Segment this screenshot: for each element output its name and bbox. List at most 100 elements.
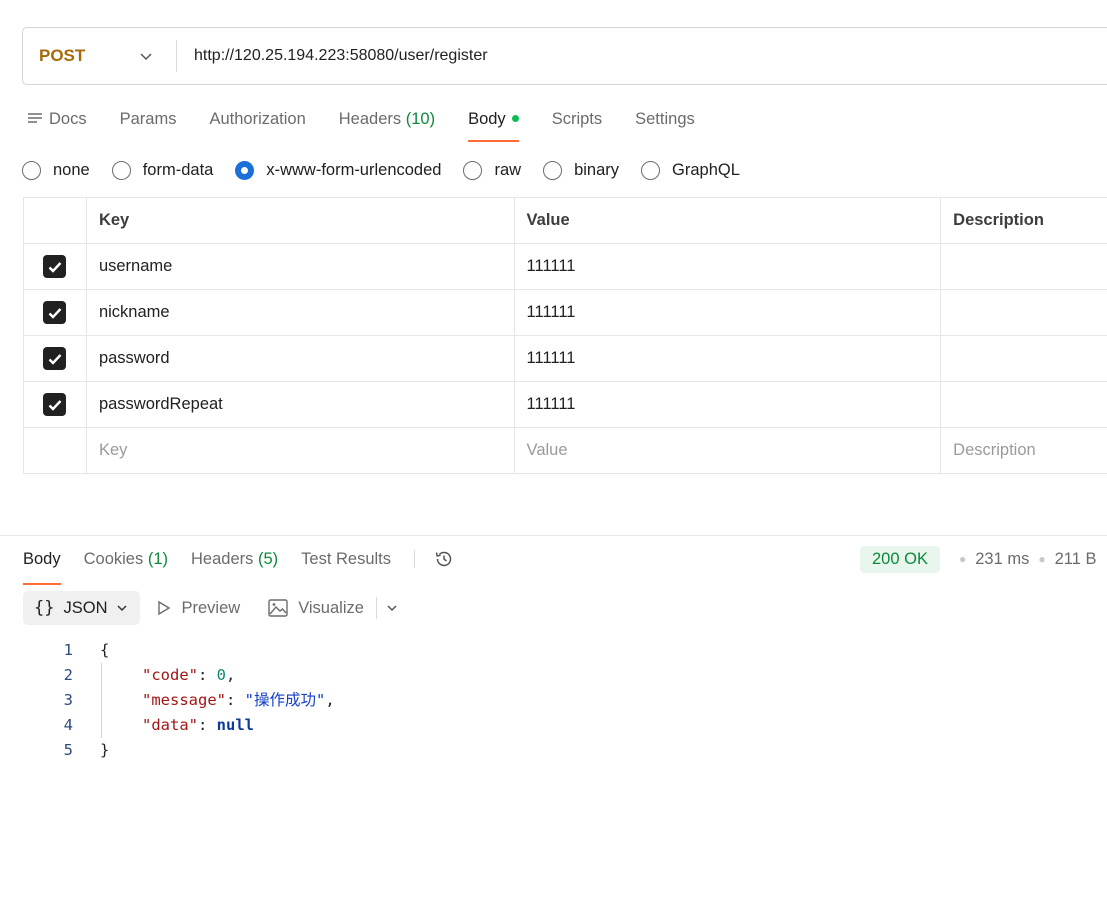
tab-label: Authorization (209, 110, 306, 128)
code-line: 5 } (40, 738, 335, 763)
radio-binary[interactable]: binary (543, 160, 620, 180)
check-cell (24, 244, 87, 289)
url-input[interactable]: http://120.25.194.223:58080/user/registe… (177, 47, 488, 65)
method-label: POST (39, 46, 86, 65)
tab-label: Test Results (301, 549, 392, 568)
row-checkbox[interactable] (43, 347, 67, 370)
header-description: Description (953, 211, 1044, 229)
status-badge[interactable]: 200 OK (860, 545, 940, 573)
radio-graphql[interactable]: GraphQL (641, 160, 740, 180)
history-icon[interactable] (433, 548, 455, 570)
header-value: Value (515, 198, 942, 243)
key-cell[interactable]: passwordRepeat (87, 382, 515, 427)
tab-headers[interactable]: Headers (10) (339, 105, 435, 133)
cookies-count: (1) (147, 549, 168, 568)
key-cell[interactable]: nickname (87, 290, 515, 335)
colon: : (226, 691, 245, 709)
headers-count: (10) (405, 110, 436, 128)
divider (375, 597, 377, 619)
row-checkbox[interactable] (43, 393, 67, 416)
chevron-down-icon[interactable] (385, 601, 399, 615)
tab-label: Headers (191, 549, 254, 568)
value-input[interactable]: Value (515, 428, 942, 473)
colon: : (198, 716, 217, 734)
radio-button[interactable] (641, 160, 661, 180)
json-key: "code" (142, 666, 198, 684)
check-icon (48, 399, 62, 411)
response-tabs: Body Cookies (1) Headers (5) Test Result… (23, 545, 455, 585)
radio-button[interactable] (463, 160, 483, 180)
response-size[interactable]: 211 B (1055, 550, 1097, 569)
tab-params[interactable]: Params (120, 105, 177, 133)
key-cell[interactable]: password (87, 336, 515, 381)
json-value: "操作成功" (244, 691, 326, 709)
visualize-label: Visualize (298, 598, 364, 617)
description-cell[interactable] (941, 290, 1107, 335)
code-line: 3 "message": "操作成功", (40, 688, 335, 713)
format-select[interactable]: {} JSON (23, 591, 140, 625)
preview-button[interactable]: Preview (156, 599, 240, 618)
code-text: } (100, 741, 110, 759)
play-icon (157, 600, 170, 616)
line-number: 3 (63, 691, 73, 709)
separator-dot: ● (958, 552, 967, 566)
response-tab-body[interactable]: Body (23, 550, 61, 585)
radio-form-data[interactable]: form-data (111, 160, 214, 180)
tab-body[interactable]: Body (468, 105, 519, 142)
headers-count: (5) (257, 549, 279, 568)
request-url-bar: POST http://120.25.194.223:58080/user/re… (22, 27, 1107, 85)
radio-label: binary (574, 160, 620, 179)
header-key: Key (87, 198, 515, 243)
tab-authorization[interactable]: Authorization (209, 105, 305, 133)
tab-label: Scripts (551, 110, 603, 128)
radio-label: form-data (142, 160, 214, 179)
body-indicator-dot (511, 115, 519, 122)
check-cell (24, 290, 87, 335)
value-cell[interactable]: 111111 (515, 336, 942, 381)
json-value: null (216, 716, 254, 734)
value-cell[interactable]: 111111 (515, 382, 942, 427)
radio-button[interactable] (111, 160, 131, 180)
tab-settings[interactable]: Settings (635, 105, 695, 133)
value-cell[interactable]: 111111 (515, 290, 942, 335)
radio-raw[interactable]: raw (463, 160, 521, 180)
visualize-button[interactable]: Visualize (268, 599, 364, 618)
tab-label: Body (468, 110, 506, 128)
request-tabs: Docs Params Authorization Headers (10) B… (28, 105, 728, 143)
radio-button-selected[interactable] (235, 160, 255, 180)
radio-x-www-form-urlencoded[interactable]: x-www-form-urlencoded (235, 160, 441, 180)
line-number: 1 (63, 641, 73, 659)
response-tab-headers[interactable]: Headers (5) (191, 550, 278, 569)
description-cell[interactable] (941, 244, 1107, 289)
value-cell[interactable]: 111111 (515, 244, 942, 289)
table-row: password 111111 (24, 336, 1107, 382)
row-checkbox[interactable] (43, 255, 67, 278)
image-icon (268, 599, 288, 617)
key-input[interactable]: Key (87, 428, 515, 473)
tab-scripts[interactable]: Scripts (552, 105, 602, 133)
description-cell[interactable] (941, 382, 1107, 427)
method-select[interactable]: POST (23, 28, 176, 84)
colon: : (198, 666, 217, 684)
check-icon (48, 307, 62, 319)
response-time[interactable]: 231 ms (975, 550, 1029, 569)
body-type-radios: none form-data x-www-form-urlencoded raw… (22, 156, 762, 184)
code-line: 1 { (40, 638, 335, 663)
description-input[interactable]: Description (941, 428, 1107, 473)
description-cell[interactable] (941, 336, 1107, 381)
radio-label: GraphQL (672, 160, 740, 179)
code-text: { (100, 641, 110, 659)
row-checkbox[interactable] (43, 301, 67, 324)
divider (414, 550, 416, 568)
key-cell[interactable]: username (87, 244, 515, 289)
response-tab-test-results[interactable]: Test Results (301, 550, 391, 569)
response-body-viewer[interactable]: 1 { 2 "code": 0, 3 "message": "操作成功", 4 … (40, 638, 335, 763)
line-number: 4 (63, 716, 73, 734)
radio-none[interactable]: none (22, 160, 90, 180)
radio-button[interactable] (22, 160, 41, 180)
tab-docs[interactable]: Docs (28, 105, 87, 133)
response-tab-cookies[interactable]: Cookies (1) (84, 550, 168, 569)
radio-button[interactable] (543, 160, 563, 180)
